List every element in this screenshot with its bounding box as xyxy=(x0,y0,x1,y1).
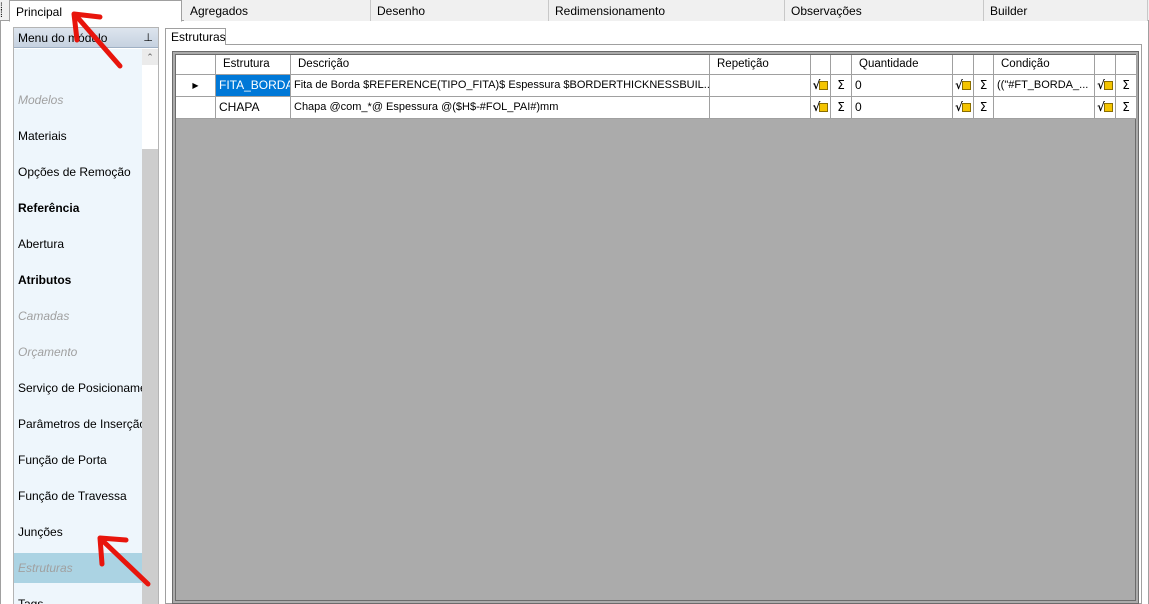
cell-condicao[interactable] xyxy=(994,97,1095,119)
cell-descricao[interactable]: Fita de Borda $REFERENCE(TIPO_FITA)$ Esp… xyxy=(291,75,710,97)
menu-item-orcamento[interactable]: Orçamento xyxy=(14,337,142,367)
scroll-thumb[interactable] xyxy=(142,149,158,604)
menu-item-servico-posicionamento[interactable]: Serviço de Posicionamento xyxy=(14,373,142,403)
pin-icon[interactable]: ⊥ xyxy=(143,30,153,46)
formula-sqrt-icon[interactable]: √ xyxy=(1095,97,1116,119)
col-header-repeticao-expr xyxy=(811,55,831,75)
cell-quantidade[interactable]: 0 xyxy=(852,97,953,119)
row-pointer-icon[interactable]: ▶ xyxy=(176,75,216,97)
col-header-repeticao[interactable]: Repetição xyxy=(710,55,811,75)
sum-sigma-icon[interactable]: Σ xyxy=(974,97,994,119)
col-header-quantidade-sum xyxy=(974,55,994,75)
module-tab-strip: ⁞ ⁞ Principal Agregados Desenho Redimensi… xyxy=(0,0,1149,22)
col-header-condicao-sum xyxy=(1116,55,1137,75)
menu-item-estruturas[interactable]: Estruturas xyxy=(14,553,142,583)
grid-body: Estrutura Descrição Repetição Quantidade… xyxy=(175,54,1137,601)
table-row[interactable]: CHAPA Chapa @com_*@ Espessura @($H$-#FOL… xyxy=(176,97,1137,119)
module-menu-title: Menu do módulo xyxy=(18,31,108,45)
cell-condicao[interactable]: (("#FT_BORDA_... xyxy=(994,75,1095,97)
col-header-quantidade-expr xyxy=(953,55,974,75)
sum-sigma-icon[interactable]: Σ xyxy=(831,75,852,97)
table-row[interactable]: ▶ FITA_BORDA Fita de Borda $REFERENCE(TI… xyxy=(176,75,1137,97)
col-header-repeticao-sum xyxy=(831,55,852,75)
menu-item-opcoes-remocao[interactable]: Opções de Remoção xyxy=(14,157,142,187)
formula-sqrt-icon[interactable]: √ xyxy=(953,97,974,119)
grid-header-row: Estrutura Descrição Repetição Quantidade… xyxy=(176,55,1137,75)
sum-sigma-icon[interactable]: Σ xyxy=(1116,97,1137,119)
menu-item-abertura[interactable]: Abertura xyxy=(14,229,142,259)
tab-observacoes[interactable]: Observações xyxy=(785,0,984,21)
menu-item-atributos[interactable]: Atributos xyxy=(14,265,142,295)
formula-sqrt-icon[interactable]: √ xyxy=(1095,75,1116,97)
sum-sigma-icon[interactable]: Σ xyxy=(1116,75,1137,97)
tab-builder[interactable]: Builder xyxy=(984,0,1148,21)
cell-repeticao[interactable] xyxy=(710,97,811,119)
tab-agregados[interactable]: Agregados xyxy=(184,0,371,21)
cell-quantidade[interactable]: 0 xyxy=(852,75,953,97)
row-header-cell[interactable] xyxy=(176,97,216,119)
menu-item-modelos[interactable]: Modelos xyxy=(14,85,142,115)
col-header-estrutura[interactable]: Estrutura xyxy=(216,55,291,75)
menu-scrollbar[interactable]: ⌃ xyxy=(142,49,158,604)
col-header-condicao[interactable]: Condição xyxy=(994,55,1095,75)
menu-item-materiais[interactable]: Materiais xyxy=(14,121,142,151)
menu-item-juncoes[interactable]: Junções xyxy=(14,517,142,547)
menu-item-camadas[interactable]: Camadas xyxy=(14,301,142,331)
col-header-descricao[interactable]: Descrição xyxy=(291,55,710,75)
tab-redimensionamento[interactable]: Redimensionamento xyxy=(549,0,785,21)
module-menu: Menu do módulo ⊥ Modelos Materiais Opçõe… xyxy=(13,27,159,604)
module-menu-header: Menu do módulo ⊥ xyxy=(14,28,158,48)
cell-estrutura[interactable]: FITA_BORDA xyxy=(216,75,291,97)
menu-item-funcao-travessa[interactable]: Função de Travessa xyxy=(14,481,142,511)
estruturas-grid: Estrutura Descrição Repetição Quantidade… xyxy=(172,51,1139,604)
sum-sigma-icon[interactable]: Σ xyxy=(974,75,994,97)
sum-sigma-icon[interactable]: Σ xyxy=(831,97,852,119)
scroll-track[interactable] xyxy=(142,65,158,149)
module-menu-list: Modelos Materiais Opções de Remoção Refe… xyxy=(14,49,142,604)
col-header-condicao-expr xyxy=(1095,55,1116,75)
cell-repeticao[interactable] xyxy=(710,75,811,97)
row-header-corner xyxy=(176,55,216,75)
cell-descricao[interactable]: Chapa @com_*@ Espessura @($H$-#FOL_PAI#)… xyxy=(291,97,710,119)
formula-sqrt-icon[interactable]: √ xyxy=(811,97,831,119)
menu-item-tags[interactable]: Tags xyxy=(14,589,142,604)
menu-item-parametros-insercao[interactable]: Parâmetros de Inserção xyxy=(14,409,142,439)
formula-sqrt-icon[interactable]: √ xyxy=(953,75,974,97)
formula-sqrt-icon[interactable]: √ xyxy=(811,75,831,97)
menu-item-funcao-porta[interactable]: Função de Porta xyxy=(14,445,142,475)
tab-principal[interactable]: Principal xyxy=(9,0,182,22)
menu-item-referencia[interactable]: Referência xyxy=(14,193,142,223)
scroll-up-arrow-icon[interactable]: ⌃ xyxy=(142,49,158,65)
cell-estrutura[interactable]: CHAPA xyxy=(216,97,291,119)
grip-icon: ⁞ ⁞ xyxy=(0,2,3,20)
col-header-quantidade[interactable]: Quantidade xyxy=(852,55,953,75)
tab-desenho[interactable]: Desenho xyxy=(371,0,549,21)
tab-estruturas[interactable]: Estruturas xyxy=(165,28,226,45)
